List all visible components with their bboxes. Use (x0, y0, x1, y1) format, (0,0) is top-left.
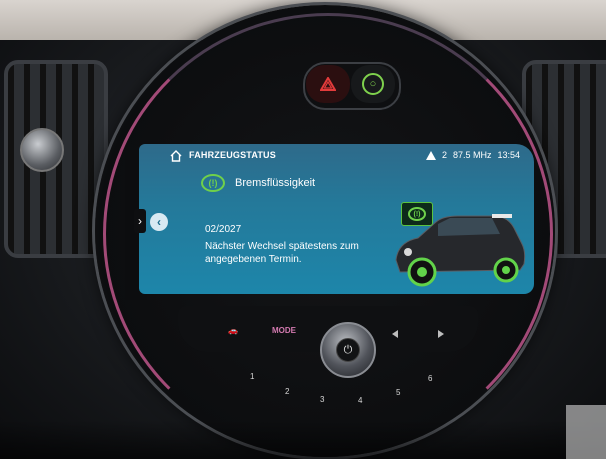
preset-button-6[interactable]: 6 (428, 374, 432, 383)
service-due-date: 02/2027 (205, 224, 242, 235)
foreground-object (566, 405, 606, 459)
mode-button[interactable]: MODE (272, 326, 296, 335)
next-track-icon[interactable] (438, 330, 444, 338)
service-item-label: Bremsflüssigkeit (235, 177, 316, 189)
car-settings-icon[interactable]: 🚗 (228, 326, 238, 335)
vent-knob-icon[interactable] (20, 128, 64, 172)
brake-fluid-icon: (!) (408, 207, 426, 221)
title-bar: FAHRZEUGSTATUS 2 87.5 MHz 13:54 (139, 144, 534, 168)
foreground-shadow (0, 420, 606, 459)
preset-button-3[interactable]: 3 (320, 395, 324, 404)
preset-button-1[interactable]: 1 (250, 372, 254, 381)
status-area: 2 87.5 MHz 13:54 (425, 150, 520, 160)
preset-button-2[interactable]: 2 (285, 387, 289, 396)
eco-button[interactable]: ○ (351, 65, 395, 103)
preset-button-5[interactable]: 5 (396, 388, 400, 397)
warning-triangle-icon (425, 150, 436, 160)
previous-track-icon[interactable] (392, 330, 398, 338)
alert-count: 2 (441, 150, 447, 160)
preset-button-4[interactable]: 4 (358, 396, 362, 405)
service-item-row[interactable]: (!) Bremsflüssigkeit (201, 174, 315, 192)
page-title: FAHRZEUGSTATUS (189, 150, 276, 160)
clock: 13:54 (497, 150, 520, 160)
brake-warning-badge: (!) (401, 202, 433, 226)
volume-knob[interactable]: ⏻ (320, 322, 376, 378)
hazard-button[interactable] (306, 65, 350, 103)
hazard-icon (320, 77, 336, 91)
eco-icon: ○ (362, 73, 384, 95)
service-message: Nächster Wechsel spätestens zum angegebe… (205, 241, 359, 265)
power-icon: ⏻ (336, 338, 360, 362)
radio-frequency: 87.5 MHz (452, 150, 492, 160)
brake-fluid-icon: (!) (201, 174, 225, 192)
home-icon[interactable] (169, 149, 183, 163)
back-button[interactable]: ‹ (150, 213, 168, 231)
side-menu-tab[interactable]: › (134, 209, 146, 233)
